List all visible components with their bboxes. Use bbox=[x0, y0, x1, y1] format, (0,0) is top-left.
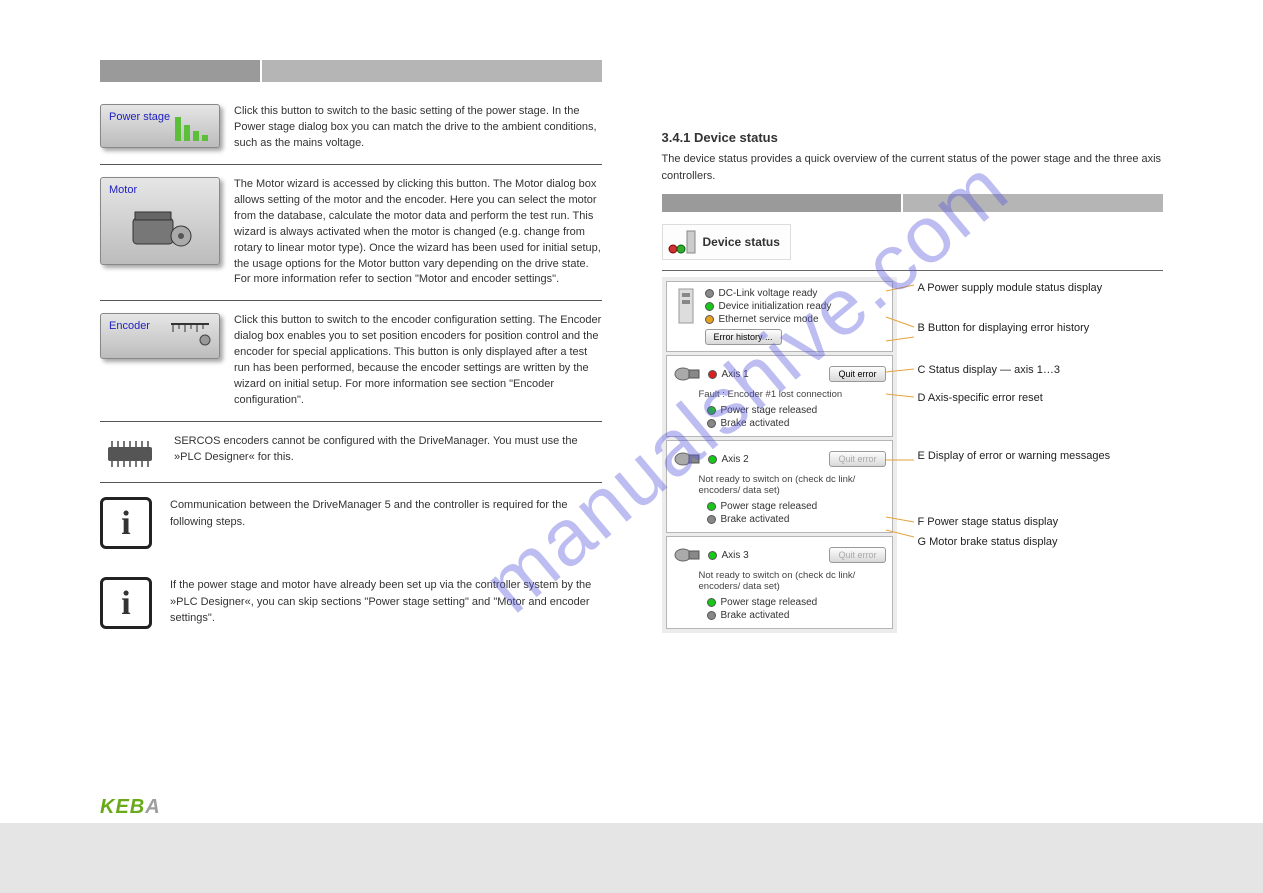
psu-icon bbox=[673, 287, 699, 345]
table-row: Power stage Click this button to switch … bbox=[100, 92, 602, 165]
callout-d: D Axis-specific error reset bbox=[918, 391, 1168, 405]
button-label: Motor bbox=[109, 184, 137, 196]
cell-description: The Motor wizard is accessed by clicking… bbox=[234, 177, 602, 289]
device-status-header: Device status bbox=[662, 224, 791, 260]
left-section-bar bbox=[100, 60, 602, 82]
axis-message: Not ready to switch on (check dc link/ e… bbox=[673, 474, 886, 496]
keba-logo: KEBA bbox=[100, 796, 161, 819]
callout-f: F Power stage status display bbox=[918, 515, 1168, 529]
quit-error-button: Quit error bbox=[829, 547, 885, 563]
axis-box: Axis 3 Quit error Not ready to switch on (… bbox=[666, 536, 893, 629]
status-text: Ethernet service mode bbox=[719, 314, 819, 325]
button-label: Power stage bbox=[109, 111, 170, 123]
axis-message: Not ready to switch on (check dc link/ e… bbox=[673, 570, 886, 592]
status-text: Power stage released bbox=[721, 597, 818, 608]
axis-icon bbox=[673, 447, 703, 471]
power-supply-box: DC-Link voltage ready Device initializat… bbox=[666, 281, 893, 352]
callout-a: A Power supply module status display bbox=[918, 281, 1168, 295]
axis-box: Axis 2 Quit error Not ready to switch on (… bbox=[666, 440, 893, 533]
axis-box: Axis 1 Quit error Fault : Encoder #1 lost … bbox=[666, 355, 893, 437]
axis-name: Axis 3 bbox=[722, 550, 749, 561]
status-text: Brake activated bbox=[721, 610, 790, 621]
axis-name: Axis 2 bbox=[722, 454, 749, 465]
table-row: SERCOS encoders cannot be configured wit… bbox=[100, 422, 602, 486]
section-description: The device status provides a quick overv… bbox=[662, 151, 1164, 184]
right-section-bar bbox=[662, 194, 1164, 212]
cell-description: SERCOS encoders cannot be configured wit… bbox=[174, 434, 602, 466]
axis-icon bbox=[673, 362, 703, 386]
status-text: Device initialization ready bbox=[719, 301, 832, 312]
sercos-chip-icon bbox=[100, 434, 160, 474]
cell-description: Click this button to switch to the encod… bbox=[234, 313, 602, 409]
note: i Communication between the DriveManager… bbox=[100, 483, 602, 563]
page-footer bbox=[0, 823, 1263, 893]
encoder-button[interactable]: Encoder bbox=[100, 313, 220, 359]
table-row: Encoder Click this button to switch to t… bbox=[100, 301, 602, 422]
error-history-button[interactable]: Error history ... bbox=[705, 329, 782, 345]
status-text: Power stage released bbox=[721, 405, 818, 416]
axis-icon bbox=[673, 543, 703, 567]
status-text: Power stage released bbox=[721, 501, 818, 512]
motor-icon bbox=[125, 208, 195, 258]
quit-error-button: Quit error bbox=[829, 451, 885, 467]
callout-g: G Motor brake status display bbox=[918, 535, 1168, 549]
power-stage-button[interactable]: Power stage bbox=[100, 104, 220, 148]
info-icon: i bbox=[100, 577, 152, 629]
axis-message: Fault : Encoder #1 lost connection bbox=[673, 389, 886, 400]
callout-c: C Status display — axis 1…3 bbox=[918, 363, 1168, 377]
table-row: Motor The Motor wizard is accessed by cl… bbox=[100, 165, 602, 302]
callout-e: E Display of error or warning messages bbox=[918, 449, 1168, 463]
device-head-icon bbox=[667, 229, 697, 255]
info-icon: i bbox=[100, 497, 152, 549]
cell-description: Click this button to switch to the basic… bbox=[234, 104, 602, 152]
motor-button[interactable]: Motor bbox=[100, 177, 220, 265]
axis-name: Axis 1 bbox=[722, 369, 749, 380]
status-text: DC-Link voltage ready bbox=[719, 288, 818, 299]
device-status-label: Device status bbox=[703, 235, 780, 249]
note-text: If the power stage and motor have alread… bbox=[170, 577, 602, 627]
status-text: Brake activated bbox=[721, 418, 790, 429]
callout-b: B Button for displaying error history bbox=[918, 321, 1168, 335]
button-label: Encoder bbox=[109, 320, 150, 332]
status-panel: DC-Link voltage ready Device initializat… bbox=[662, 277, 897, 633]
ruler-icon bbox=[169, 320, 213, 346]
note-text: Communication between the DriveManager 5… bbox=[170, 497, 602, 530]
note: i If the power stage and motor have alre… bbox=[100, 563, 602, 643]
status-text: Brake activated bbox=[721, 514, 790, 525]
quit-error-button[interactable]: Quit error bbox=[829, 366, 885, 382]
section-heading: 3.4.1 Device status bbox=[662, 130, 1164, 145]
